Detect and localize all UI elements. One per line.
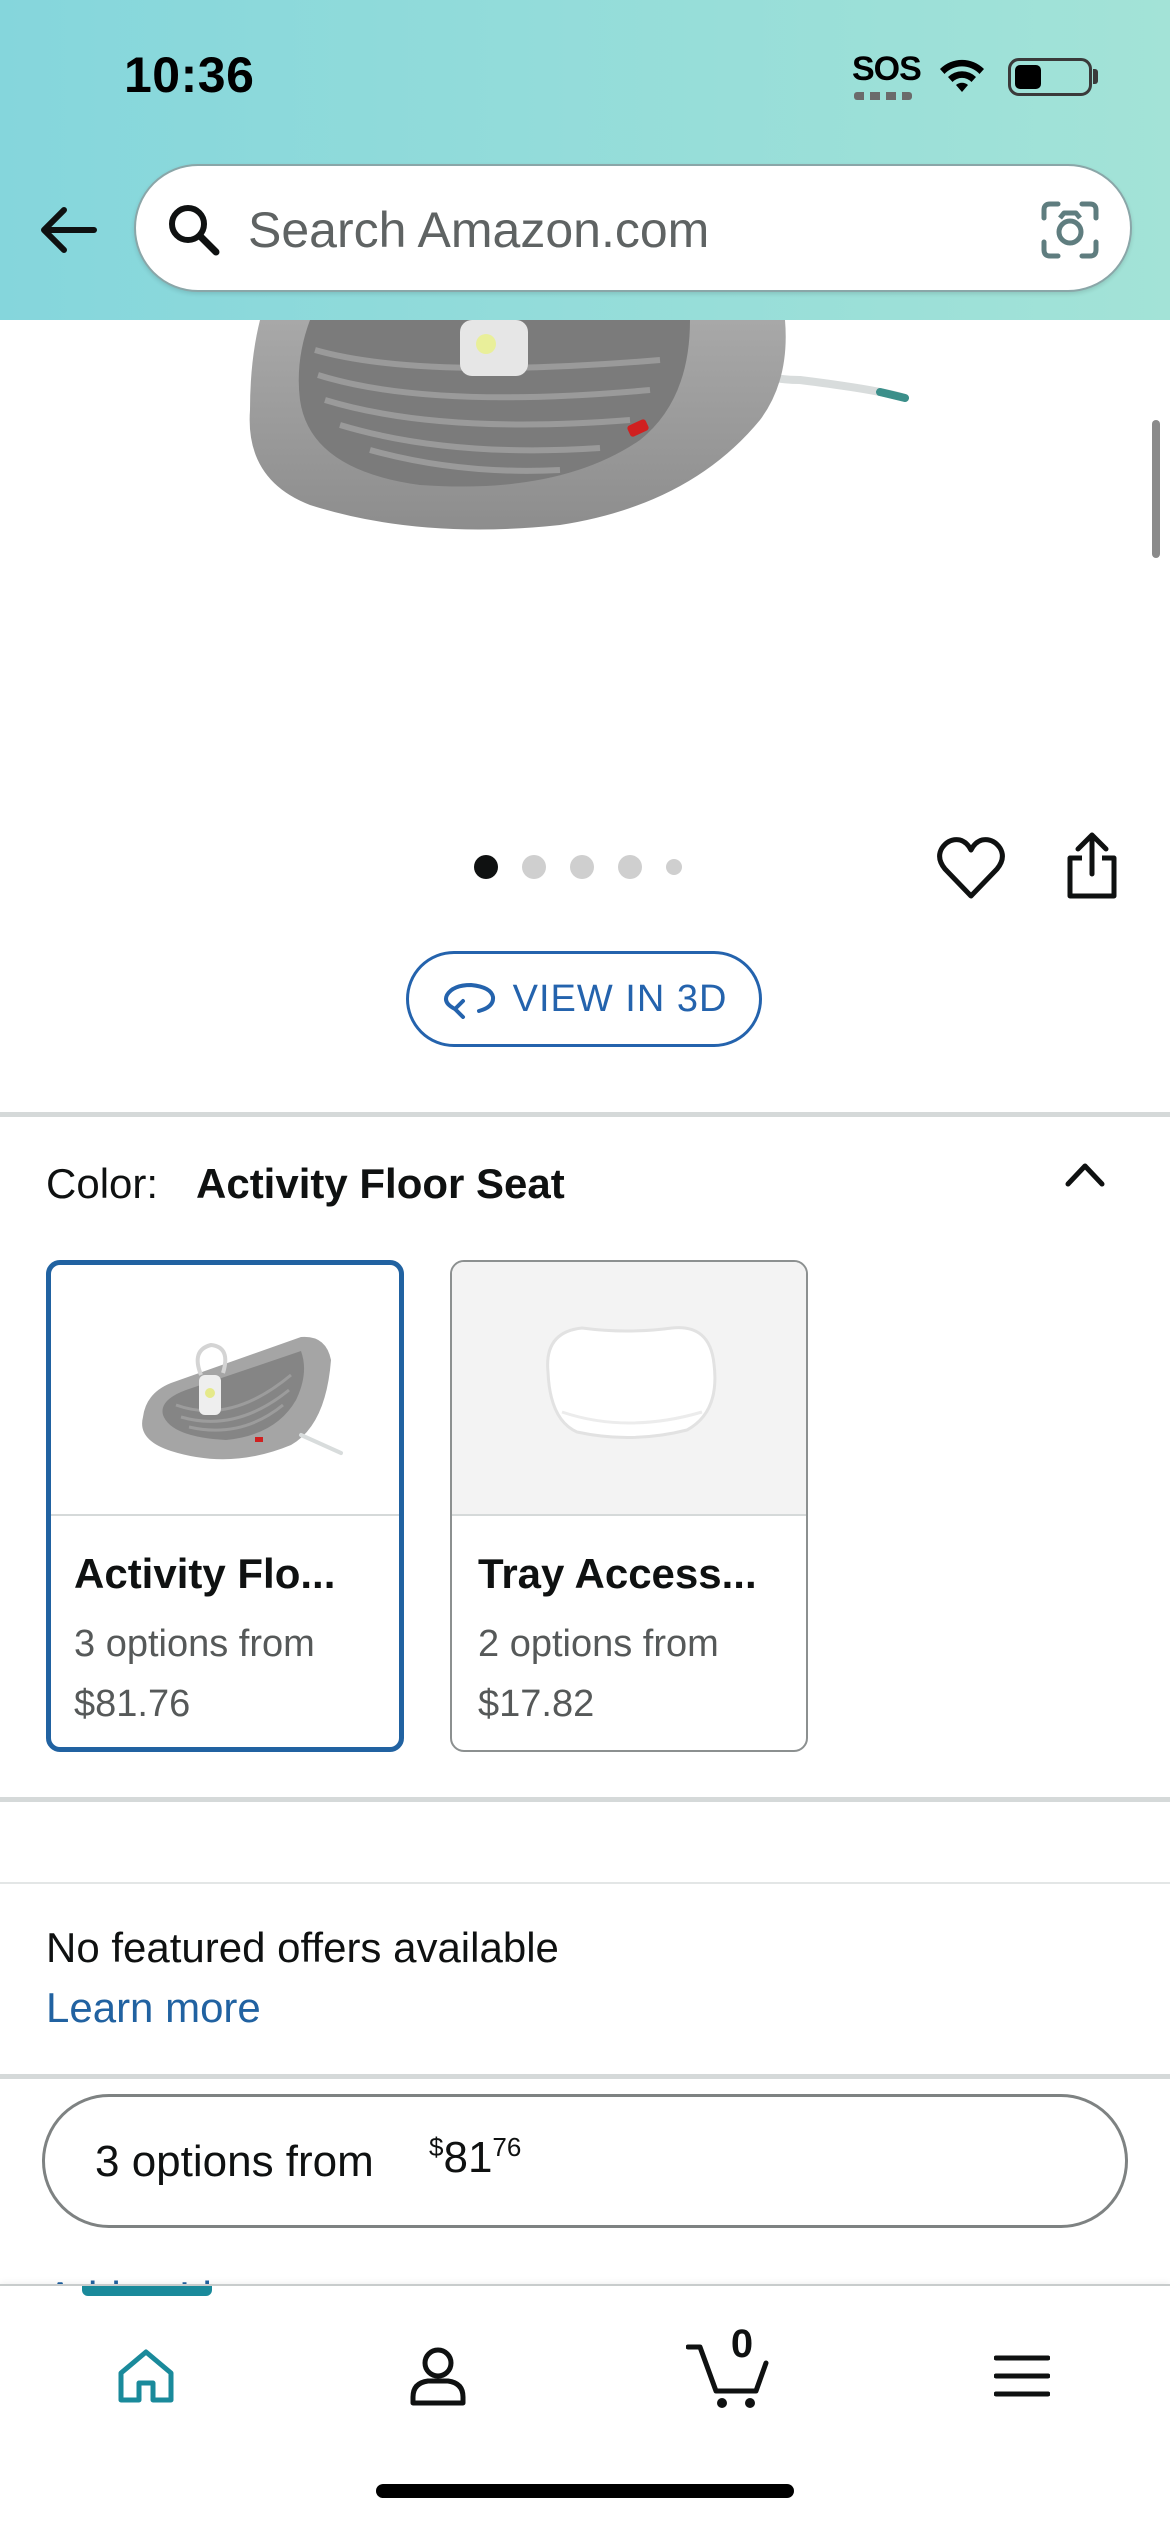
camera-icon[interactable] [1038,198,1102,262]
home-icon [118,2349,174,2403]
options-button-label: 3 options from [95,2137,374,2186]
carousel-dot[interactable] [570,855,594,879]
search-bar[interactable] [134,164,1132,292]
home-indicator[interactable] [376,2484,794,2498]
carousel-dot[interactable] [522,855,546,879]
heart-icon[interactable] [936,836,1006,902]
price-whole: 81 [443,2133,493,2182]
swatch-name: Activity Flo... [74,1550,336,1597]
cart-count: 0 [730,2322,754,2366]
carousel-dot[interactable] [474,855,498,879]
search-input[interactable] [248,190,1028,270]
no-offers-message: No featured offers available [46,1924,559,1971]
chevron-up-icon[interactable] [1060,1154,1110,1194]
swatch-price: $81.76 [74,1683,191,1725]
product-image[interactable] [0,320,1170,830]
carousel-dot[interactable] [666,859,682,875]
swatch-options: 2 options from $17.82 [478,1614,719,1734]
color-label: Color: [46,1160,159,1207]
section-divider [0,1882,1170,1884]
carousel-dot[interactable] [618,855,642,879]
status-time: 10:36 [124,47,255,103]
options-button-price: $8176 [429,2132,522,2183]
section-divider [0,2074,1170,2079]
selected-color: Activity Floor Seat [196,1160,565,1207]
menu-icon [994,2355,1050,2397]
product-photo [249,320,909,530]
swatch-image [452,1262,806,1516]
share-icon[interactable] [1062,830,1122,902]
color-option-tray-accessory[interactable]: Tray Access... 2 options from $17.82 [450,1260,808,1752]
add-to-list-link[interactable]: Add to List [46,2262,244,2286]
view-in-3d-button[interactable]: VIEW IN 3D [406,951,762,1047]
price-fraction: 76 [492,2132,522,2162]
nav-home[interactable] [96,2326,196,2426]
scroll-indicator[interactable] [1152,420,1160,558]
signal-dots-icon [854,92,912,100]
swatch-options-count: 3 options from [74,1623,315,1665]
section-divider [0,1797,1170,1802]
learn-more-link[interactable]: Learn more [46,1984,261,2032]
swatch-name: Tray Access... [478,1550,757,1597]
top-header: 10:36 SOS [0,0,1170,320]
swatch-image [51,1265,399,1516]
view-in-3d-label: VIEW IN 3D [512,977,728,1020]
nav-active-indicator [82,2286,212,2296]
wifi-icon [940,59,984,92]
account-icon [410,2347,466,2406]
nav-account[interactable] [388,2326,488,2426]
back-button[interactable] [28,190,108,270]
swatch-options: 3 options from $81.76 [74,1614,315,1734]
arrow-left-icon [41,207,97,253]
swatch-options-count: 2 options from [478,1623,719,1665]
section-divider [0,1112,1170,1117]
color-option-activity-floor-seat[interactable]: Activity Flo... 3 options from $81.76 [46,1260,404,1752]
battery-icon [1008,58,1092,96]
search-icon[interactable] [164,200,224,260]
swatch-price: $17.82 [478,1683,595,1725]
see-options-button[interactable]: 3 options from $8176 [42,2094,1128,2228]
rotate-3d-icon [443,982,495,1019]
image-carousel-dots[interactable] [474,850,682,884]
sos-indicator: SOS [852,50,922,88]
nav-menu[interactable] [972,2326,1072,2426]
price-currency: $ [429,2132,444,2162]
battery-nub [1093,69,1098,84]
